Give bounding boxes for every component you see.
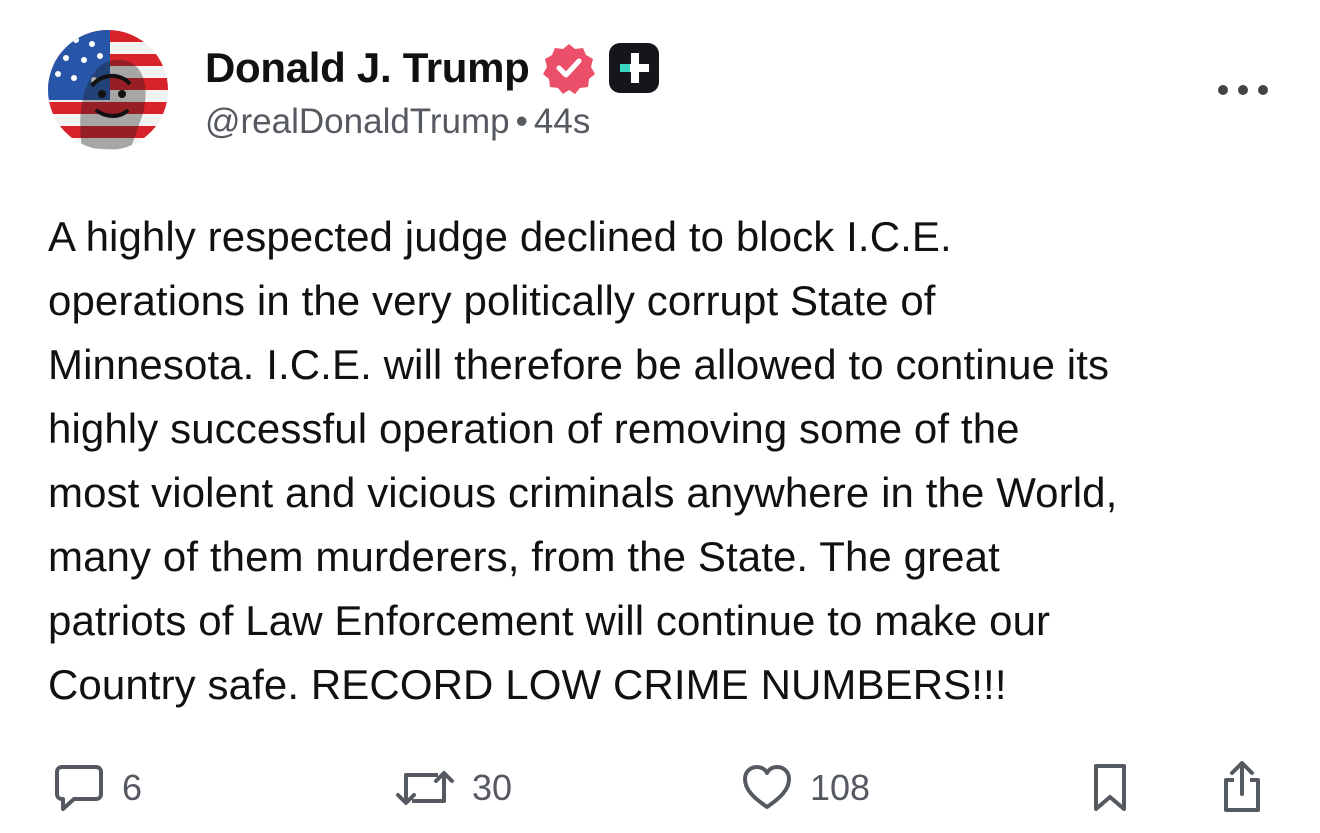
- more-options-button[interactable]: [1218, 80, 1268, 100]
- like-button[interactable]: 108: [740, 758, 870, 818]
- post-body-line: Country safe. RECORD LOW CRIME NUMBERS!!…: [48, 661, 1007, 708]
- share-button[interactable]: [1218, 758, 1266, 818]
- reply-icon: [55, 765, 103, 811]
- timestamp[interactable]: 44s: [534, 102, 590, 141]
- more-dot: [1238, 85, 1248, 95]
- verified-badge-icon: [542, 44, 595, 94]
- flag-portrait-avatar-icon: [48, 30, 168, 150]
- name-row: Donald J. Trump: [205, 40, 662, 96]
- meta-separator: •: [515, 102, 528, 141]
- post-body-line: Minnesota. I.C.E. will therefore be allo…: [48, 341, 1110, 388]
- display-name[interactable]: Donald J. Trump: [205, 44, 530, 92]
- retruth-icon: [396, 771, 454, 805]
- like-count: 108: [810, 767, 871, 808]
- truth-plus-badge-icon: [608, 43, 659, 93]
- bookmark-icon: [1094, 764, 1126, 811]
- avatar[interactable]: [48, 30, 168, 150]
- reply-count: 6: [122, 767, 143, 808]
- action-bar: 6 30 108: [0, 758, 1320, 818]
- reply-button[interactable]: 6: [52, 758, 142, 818]
- retruth-button[interactable]: 30: [394, 758, 512, 818]
- post-header: Donald J. Trump @realDonaldTrump • 44s: [205, 40, 662, 142]
- post-body-line: patriots of Law Enforcement will continu…: [48, 597, 1051, 644]
- meta-row: @realDonaldTrump • 44s: [205, 102, 662, 142]
- post-body-line: highly successful operation of removing …: [48, 405, 1020, 452]
- truth-post: Donald J. Trump @realDonaldTrump • 44s A h…: [0, 0, 1320, 833]
- heart-icon: [743, 765, 791, 809]
- retruth-count: 30: [472, 767, 513, 808]
- post-body-line: many of them murderers, from the State. …: [48, 533, 1000, 580]
- post-body-line: most violent and vicious criminals anywh…: [48, 469, 1118, 516]
- handle[interactable]: @realDonaldTrump: [205, 102, 510, 141]
- post-body-line: A highly respected judge declined to blo…: [48, 213, 952, 260]
- more-dot: [1258, 85, 1268, 95]
- share-icon: [1224, 761, 1260, 812]
- more-horizontal-icon: [1218, 85, 1228, 95]
- post-body: A highly respected judge declined to blo…: [48, 205, 1288, 717]
- post-body-line: operations in the very politically corru…: [48, 277, 936, 324]
- bookmark-button[interactable]: [1090, 758, 1130, 818]
